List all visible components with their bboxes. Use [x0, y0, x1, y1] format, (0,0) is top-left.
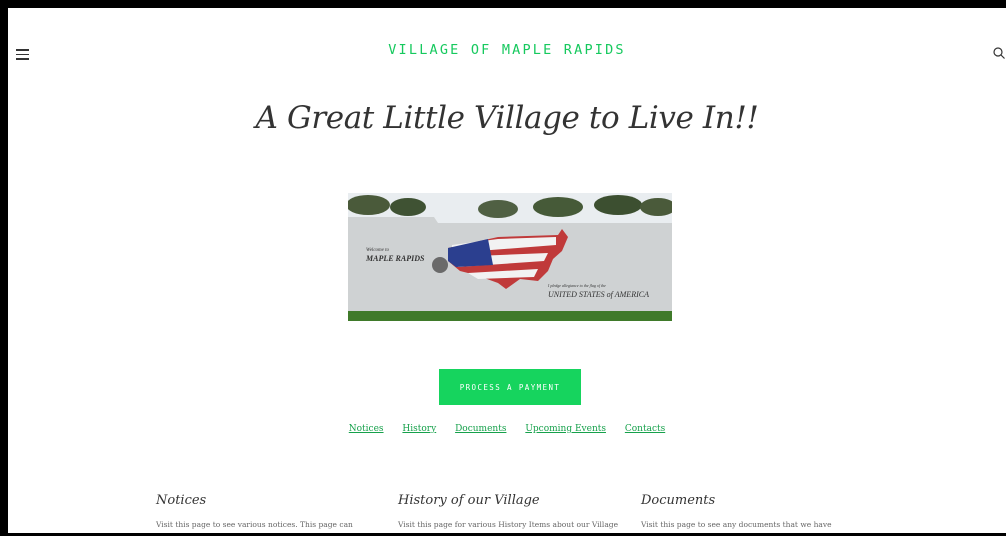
- mural-welcome-text: Welcome to: [366, 248, 390, 253]
- hero-image: Welcome to MAPLE RAPIDS I pledge allegia…: [348, 193, 672, 321]
- process-payment-button[interactable]: PROCESS A PAYMENT: [439, 369, 581, 405]
- page-frame: VILLAGE OF MAPLE RAPIDS A Great Little V…: [8, 8, 1006, 533]
- section-documents: Documents Visit this page to see any doc…: [641, 493, 851, 529]
- section-text: Visit this page to see various notices. …: [156, 520, 353, 529]
- search-icon[interactable]: [992, 46, 1006, 60]
- site-title[interactable]: VILLAGE OF MAPLE RAPIDS: [8, 42, 1006, 58]
- mural-country-text: UNITED STATES of AMERICA: [548, 290, 649, 299]
- section-notices: Notices Visit this page to see various n…: [156, 493, 366, 529]
- page-tagline: A Great Little Village to Live In!!: [255, 100, 759, 136]
- quick-links-nav: Notices History Documents Upcoming Event…: [8, 424, 1006, 434]
- quick-link-upcoming-events[interactable]: Upcoming Events: [525, 424, 606, 434]
- section-title[interactable]: History of our Village: [398, 493, 608, 508]
- section-text: Visit this page to see any documents tha…: [641, 520, 832, 529]
- section-text: Visit this page for various History Item…: [398, 520, 619, 529]
- section-title[interactable]: Documents: [641, 493, 851, 508]
- quick-link-contacts[interactable]: Contacts: [625, 424, 665, 434]
- quick-link-documents[interactable]: Documents: [455, 424, 506, 434]
- section-title[interactable]: Notices: [156, 493, 366, 508]
- mural-pledge-text: I pledge allegiance to the flag of the: [547, 283, 606, 288]
- mural-town-name: MAPLE RAPIDS: [365, 254, 425, 263]
- section-history: History of our Village Visit this page f…: [398, 493, 619, 529]
- quick-link-history[interactable]: History: [402, 424, 436, 434]
- quick-link-notices[interactable]: Notices: [349, 424, 384, 434]
